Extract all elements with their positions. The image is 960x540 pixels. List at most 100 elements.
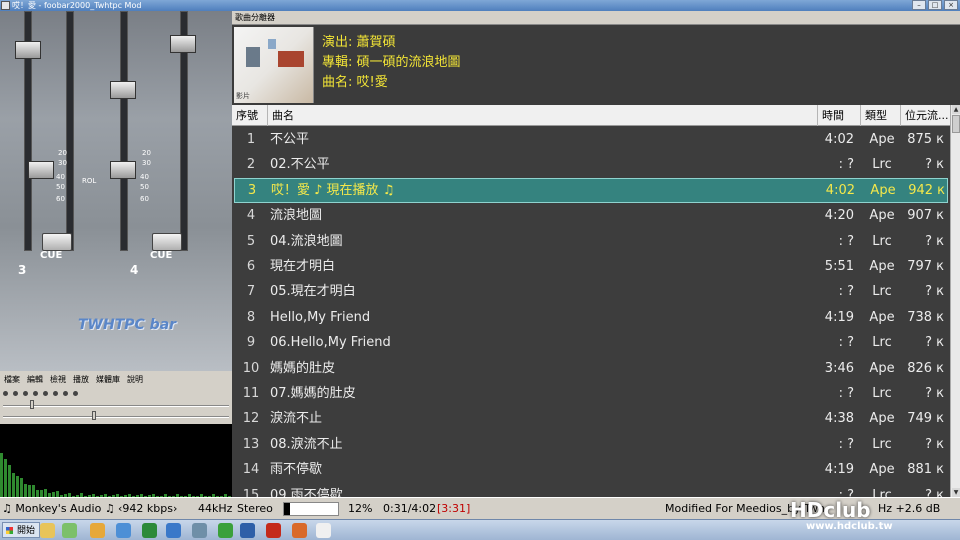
volume-slider[interactable] bbox=[3, 416, 229, 418]
track-time: 4:20 bbox=[824, 208, 854, 224]
repeat-icon[interactable] bbox=[73, 391, 78, 396]
playlist-row[interactable]: 5 04.流浪地圖: ? Lrc ? к bbox=[234, 229, 948, 254]
playlist-row[interactable]: 13 08.淚流不止: ? Lrc ? к bbox=[234, 432, 948, 457]
menu-help[interactable]: 說明 bbox=[127, 373, 143, 387]
menu-playback[interactable]: 播放 bbox=[73, 373, 89, 387]
playlist-row[interactable]: 12 淚流不止 4:38 Ape 749 к bbox=[234, 406, 948, 431]
open-icon[interactable] bbox=[63, 391, 68, 396]
track-bitrate: ? к bbox=[925, 284, 944, 300]
fader-knob bbox=[110, 81, 136, 99]
playlist-view[interactable]: 序號 曲名 時間 類型 位元流... 1 不公平 4:02 Ape 875 к 2 02.不… bbox=[232, 105, 950, 497]
track-title: 媽媽的肚皮 bbox=[270, 360, 336, 376]
track-time: 4:19 bbox=[824, 309, 854, 325]
browser-icon[interactable] bbox=[116, 523, 131, 538]
menu-file[interactable]: 檔案 bbox=[4, 373, 20, 387]
playlist-row[interactable]: 6 現在才明白 5:51 Ape 797 к bbox=[234, 254, 948, 279]
playlist-row[interactable]: 7 05.現在才明白: ? Lrc ? к bbox=[234, 279, 948, 304]
track-type: Lrc bbox=[872, 335, 892, 351]
previous-icon[interactable] bbox=[33, 391, 38, 396]
column-header-no[interactable]: 序號 bbox=[232, 105, 268, 126]
stop-icon[interactable] bbox=[3, 391, 8, 396]
close-button[interactable]: × bbox=[944, 0, 958, 10]
left-panel: 20 30 40 50 60 20 30 40 50 60 ROL CUE CU… bbox=[0, 11, 232, 497]
track-number: 7 bbox=[246, 284, 256, 300]
track-time: : ? bbox=[838, 335, 854, 351]
scale-mark: ROL bbox=[82, 177, 97, 185]
menu-view[interactable]: 檢視 bbox=[50, 373, 66, 387]
track-title: 現在才明白 bbox=[270, 259, 336, 274]
tail-status: Hz +2.6 dB bbox=[878, 502, 941, 515]
volume-slider-thumb[interactable] bbox=[92, 411, 96, 420]
maximize-button[interactable]: □ bbox=[928, 0, 942, 10]
playlist-row-now-playing[interactable]: 3 哎！愛 ♪ 現在播放 ♫ 4:02 Ape 942 к bbox=[234, 177, 948, 203]
track-title: 07.媽媽的肚皮 bbox=[270, 386, 356, 401]
foobar-icon[interactable] bbox=[316, 523, 331, 538]
filezilla-icon[interactable] bbox=[266, 523, 281, 538]
playlist-row[interactable]: 9 06.Hello,My Friend: ? Lrc ? к bbox=[234, 330, 948, 355]
pause-icon[interactable] bbox=[23, 391, 28, 396]
scale-mark: 50 bbox=[140, 183, 149, 191]
playlist-row[interactable]: 4 流浪地圖 4:20 Ape 907 к bbox=[234, 203, 948, 228]
track-time: 3:46 bbox=[824, 360, 854, 376]
seek-slider[interactable] bbox=[3, 405, 229, 407]
playlist-header: 序號 曲名 時間 類型 位元流... bbox=[232, 105, 950, 126]
random-icon[interactable] bbox=[53, 391, 58, 396]
track-bitrate: 797 к bbox=[907, 259, 944, 274]
column-header-title[interactable]: 曲名 bbox=[268, 105, 818, 126]
column-header-type[interactable]: 類型 bbox=[861, 105, 901, 126]
column-header-time[interactable]: 時間 bbox=[818, 105, 861, 126]
title-bar[interactable]: 哎！愛 - foobar2000_Twhtpc Mod – □ × bbox=[0, 0, 960, 11]
playlist-row[interactable]: 10 媽媽的肚皮 3:46 Ape 826 к bbox=[234, 356, 948, 381]
media-icon[interactable] bbox=[62, 523, 77, 538]
track-bitrate: 875 к bbox=[907, 132, 944, 147]
playlist-row[interactable]: 1 不公平 4:02 Ape 875 к bbox=[234, 127, 948, 152]
minimize-button[interactable]: – bbox=[912, 0, 926, 10]
track-type: Lrc bbox=[872, 436, 892, 452]
column-header-bitrate[interactable]: 位元流... bbox=[901, 105, 950, 126]
track-number: 6 bbox=[246, 259, 256, 274]
monitor-icon[interactable] bbox=[142, 523, 157, 538]
next-icon[interactable] bbox=[43, 391, 48, 396]
track-bitrate: 881 к bbox=[907, 462, 944, 478]
track-bitrate: 942 к bbox=[908, 182, 945, 198]
ie-icon[interactable] bbox=[166, 523, 181, 538]
track-title: Hello,My Friend bbox=[270, 309, 371, 325]
network-icon[interactable] bbox=[192, 523, 207, 538]
track-type: Lrc bbox=[872, 233, 892, 249]
track-type: Ape bbox=[869, 132, 895, 147]
playlist-scrollbar[interactable]: ▲ ▼ bbox=[950, 105, 960, 497]
playlist-row[interactable]: 15 09.雨不停歇: ? Lrc ? к bbox=[234, 483, 948, 497]
track-type: Lrc bbox=[872, 386, 892, 401]
update-icon[interactable] bbox=[218, 523, 233, 538]
spectrum-bar bbox=[12, 472, 15, 497]
scroll-up-icon[interactable]: ▲ bbox=[952, 105, 960, 114]
track-number: 4 bbox=[246, 208, 256, 224]
track-title: 哎！愛 ♪ 現在播放 ♫ bbox=[271, 182, 395, 198]
track-type: Lrc bbox=[872, 487, 892, 497]
playlist-row[interactable]: 8 Hello,My Friend 4:19 Ape 738 к bbox=[234, 305, 948, 330]
scroll-down-icon[interactable]: ▼ bbox=[952, 488, 960, 497]
seek-slider-thumb[interactable] bbox=[30, 400, 34, 409]
track-info: 演出: 蕭賀碩 專輯: 碩一碩的流浪地圖 曲名: 哎!愛 bbox=[322, 33, 461, 93]
menu-edit[interactable]: 編輯 bbox=[27, 373, 43, 387]
player-icon[interactable] bbox=[90, 523, 105, 538]
folder-icon[interactable] bbox=[40, 523, 55, 538]
start-button[interactable]: 開始 bbox=[2, 522, 41, 538]
playlist-row[interactable]: 11 07.媽媽的肚皮: ? Lrc ? к bbox=[234, 381, 948, 406]
playlist-row[interactable]: 14 雨不停歇 4:19 Ape 881 к bbox=[234, 457, 948, 482]
track-type: Lrc bbox=[872, 157, 892, 173]
twhtpc-logo: TWHTPC bar bbox=[78, 317, 177, 333]
playlist-row[interactable]: 2 02.不公平: ? Lrc ? к bbox=[234, 152, 948, 177]
channel-number: 3 bbox=[18, 263, 27, 277]
track-bitrate: 749 к bbox=[907, 411, 944, 427]
mixer-artwork: 20 30 40 50 60 20 30 40 50 60 ROL CUE CU… bbox=[0, 11, 232, 371]
play-icon[interactable] bbox=[13, 391, 18, 396]
track-title: 09.雨不停歇 bbox=[270, 487, 343, 497]
scrollbar-thumb[interactable] bbox=[952, 115, 960, 133]
paint-icon[interactable] bbox=[292, 523, 307, 538]
menu-library[interactable]: 媒體庫 bbox=[96, 373, 120, 387]
save-icon[interactable] bbox=[240, 523, 255, 538]
spectrum-bar bbox=[4, 459, 7, 497]
track-type: Ape bbox=[869, 411, 895, 427]
cover-caption: 影片 bbox=[236, 92, 250, 100]
